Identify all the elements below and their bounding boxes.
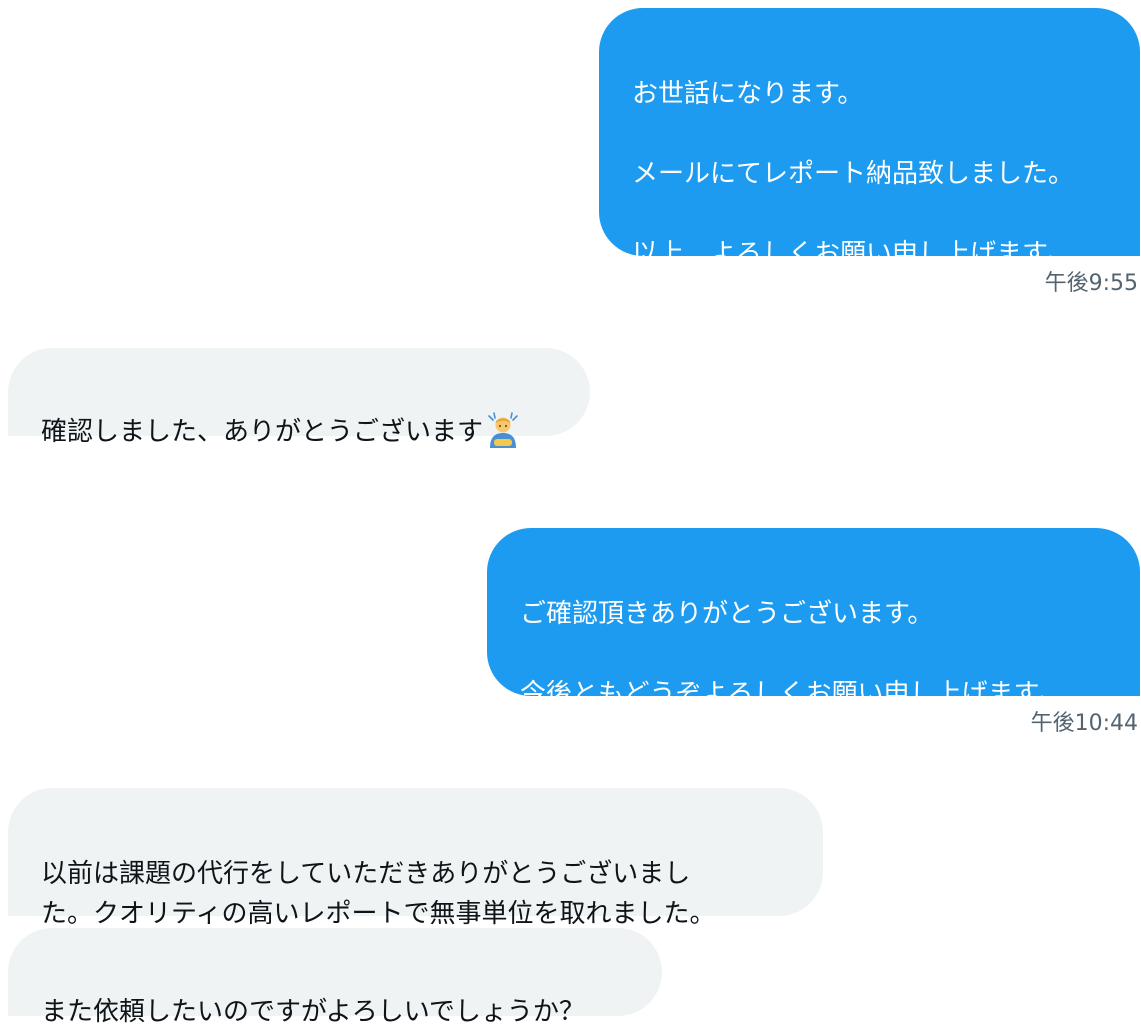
sent-message-bubble[interactable]: ご確認頂きありがとうございます。 今後ともどうぞよろしくお願い申し上げます。 [487, 528, 1140, 709]
message-timestamp: 午後9:55 [1044, 271, 1138, 296]
person-bowing-emoji-icon [488, 412, 518, 448]
sent-message-bubble[interactable]: お世話になります。 メールにてレポート納品致しました。 以上、よろしくお願い申し… [599, 8, 1140, 269]
received-message-bubble[interactable]: 以前は課題の代行をしていただきありがとうございまし た。クオリティの高いレポート… [8, 788, 823, 929]
message-timestamp: 午後10:44 [1030, 711, 1138, 736]
received-message-bubble[interactable]: また依頼したいのですがよろしいでしょうか？ [8, 928, 662, 1027]
message-text: 以前は課題の代行をしていただきありがとうございまし た。クオリティの高いレポート… [41, 859, 716, 929]
message-text: ご確認頂きありがとうございます。 今後ともどうぞよろしくお願い申し上げます。 [520, 599, 1063, 709]
received-message-bubble[interactable]: 確認しました、ありがとうございます [8, 348, 590, 448]
message-text: お世話になります。 メールにてレポート納品致しました。 以上、よろしくお願い申し… [632, 79, 1075, 269]
message-text: 確認しました、ありがとうございます [41, 417, 484, 447]
